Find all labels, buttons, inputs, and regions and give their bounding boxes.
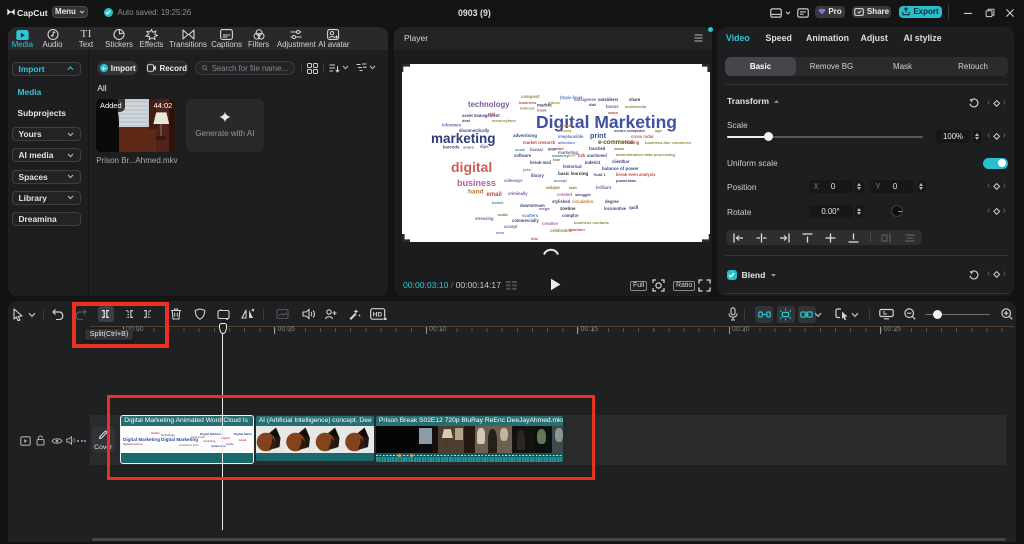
svg-text:beach: beach	[492, 200, 504, 205]
svg-text:joke: joke	[522, 167, 532, 172]
svg-text:disonnectically: disonnectically	[459, 128, 490, 133]
svg-text:intuition: intuition	[569, 227, 585, 232]
svg-text:conquest: conquest	[521, 94, 540, 99]
svg-text:market research: market research	[523, 140, 556, 145]
svg-text:email: email	[487, 192, 503, 198]
svg-text:complor: complor	[562, 213, 579, 218]
svg-text:imeplausible: imeplausible	[558, 134, 584, 139]
svg-text:library: library	[531, 173, 544, 178]
svg-text:touched: touched	[589, 146, 606, 151]
svg-text:masterly: masterly	[552, 153, 569, 158]
svg-text:quill: quill	[629, 205, 638, 210]
svg-text:break even analysis: break even analysis	[616, 172, 656, 177]
svg-text:administrative data processing: administrative data processing	[616, 152, 675, 157]
svg-text:zoetine: zoetine	[560, 206, 576, 211]
svg-text:balance of power: balance of power	[602, 166, 639, 171]
svg-text:accept: accept	[554, 178, 567, 183]
svg-text:attention: attention	[558, 140, 575, 145]
svg-text:brilliant: brilliant	[596, 185, 612, 190]
svg-text:unique: unique	[546, 185, 560, 190]
svg-text:accept: accept	[504, 224, 518, 229]
svg-text:locomotive: locomotive	[604, 206, 627, 211]
svg-text:memo computer: memo computer	[614, 128, 646, 133]
svg-text:book: book	[537, 108, 547, 113]
svg-text:informers: informers	[442, 123, 462, 128]
svg-text:memorytime: memorytime	[492, 118, 517, 123]
svg-text:basic learning: basic learning	[558, 171, 589, 176]
svg-text:build: build	[498, 212, 508, 217]
svg-text:outsiders!: outsiders!	[598, 97, 618, 102]
svg-text:hand: hand	[468, 189, 484, 196]
svg-text:sideways: sideways	[504, 178, 523, 183]
svg-text:created: created	[557, 192, 572, 197]
svg-text:isali: isali	[569, 185, 577, 190]
svg-text:prices: prices	[548, 100, 561, 105]
svg-text:inderict: inderict	[585, 160, 601, 165]
svg-text:auctioned: auctioned	[587, 153, 607, 158]
svg-text:snore: snore	[463, 145, 475, 150]
svg-text:bonus: bonus	[606, 104, 619, 109]
svg-text:raid: raid	[488, 111, 496, 116]
svg-text:stylished: stylished	[552, 199, 571, 204]
svg-text:barcode: barcode	[443, 145, 460, 150]
svg-text:retail: retail	[554, 146, 564, 151]
svg-text:circulation: circulation	[572, 199, 594, 204]
svg-text:technology: technology	[468, 100, 510, 109]
svg-text:fluid 1: fluid 1	[594, 172, 607, 177]
svg-text:stressing: stressing	[475, 216, 494, 221]
svg-text:interest: interest	[520, 106, 535, 111]
svg-text:dips: dips	[480, 144, 489, 149]
svg-text:software: software	[514, 153, 532, 158]
svg-text:multimedia: multimedia	[625, 104, 647, 109]
svg-text:0: 0	[73, 438, 76, 444]
svg-text:commercially: commercially	[512, 218, 539, 223]
svg-text:break-mail: break-mail	[530, 160, 551, 165]
svg-text:clientbar: clientbar	[612, 159, 630, 164]
svg-text:retailing: retailing	[623, 140, 640, 145]
svg-text:b2b: b2b	[578, 153, 586, 158]
svg-text:deal: deal	[462, 118, 470, 123]
svg-text:value: value	[614, 146, 625, 151]
svg-text:digital: digital	[451, 159, 492, 175]
svg-text:HD: HD	[373, 312, 383, 319]
svg-text:sales: sales	[608, 110, 619, 115]
svg-text:flask: flask	[562, 123, 572, 128]
svg-text:every: every	[561, 128, 572, 133]
svg-text:struggle: struggle	[575, 192, 592, 197]
svg-text:creative: creative	[542, 221, 559, 226]
svg-text:bazaar: bazaar	[530, 147, 544, 152]
svg-text:surf: surf	[568, 153, 576, 158]
svg-text:mega: mega	[539, 206, 550, 211]
svg-text:business contacts: business contacts	[574, 220, 610, 225]
svg-text:powerstan: powerstan	[616, 178, 637, 183]
svg-text:share: share	[629, 97, 641, 102]
svg-text:business: business	[457, 178, 496, 188]
svg-text:advertising: advertising	[513, 133, 537, 138]
svg-text:this: this	[531, 236, 539, 241]
svg-text:dial: dial	[589, 102, 596, 107]
svg-text:business: business	[519, 100, 537, 105]
svg-text:historical: historical	[563, 164, 582, 169]
svg-text:cross radar: cross radar	[631, 134, 654, 139]
svg-text:age: age	[655, 128, 663, 133]
svg-text:ems: ems	[496, 230, 505, 235]
svg-text:degree: degree	[605, 199, 619, 204]
svg-text:scale: scale	[515, 147, 526, 152]
svg-text:print: print	[590, 131, 607, 140]
svg-text:business-like commerce: business-like commerce	[645, 140, 692, 145]
svg-text:criminally: criminally	[508, 191, 528, 196]
